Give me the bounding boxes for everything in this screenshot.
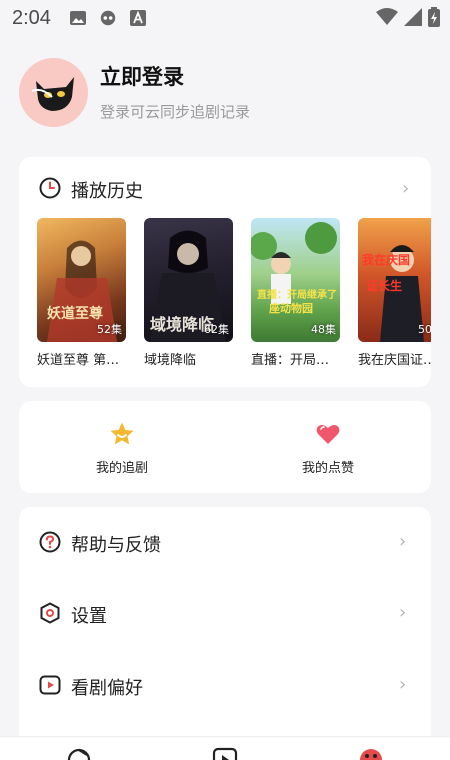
history-chevron-right-icon[interactable]: › — [402, 178, 409, 199]
svg-text:座动物园: 座动物园 — [268, 301, 313, 315]
history-card: 播放历史 › 妖道至尊 52集 妖道至尊 第… 域境降临 62集 域境降临 直播… — [19, 157, 431, 387]
a-icon — [129, 9, 147, 27]
history-item[interactable]: 域境降临 62集 域境降临 — [144, 218, 233, 368]
menu-item-preference[interactable]: 看剧偏好 — [39, 672, 411, 702]
my-following-label: 我的追剧 — [95, 461, 148, 476]
clock-icon — [39, 177, 61, 203]
login-subtitle: 登录可云同步追剧记录 — [100, 103, 251, 121]
cat-logo-icon — [31, 76, 74, 111]
menu-label-help: 帮助与反馈 — [71, 535, 161, 556]
svg-text:证长生: 证长生 — [366, 278, 402, 293]
history-item[interactable]: 妖道至尊 52集 妖道至尊 第… — [37, 218, 126, 368]
profile-text: 立即登录 登录可云同步追剧记录 — [100, 63, 250, 122]
image-icon — [69, 9, 87, 27]
help-chevron-right-icon: › — [399, 531, 407, 552]
history-thumbnail[interactable]: 妖道至尊 52集 — [37, 218, 126, 342]
svg-text:直播：开局继承了: 直播：开局继承了 — [257, 288, 337, 301]
menu-label-settings: 设置 — [71, 606, 107, 627]
history-thumbnail[interactable]: 我在庆国 证长生 50集 — [358, 218, 431, 342]
menu-label-preference: 看剧偏好 — [71, 678, 143, 699]
signal-icon — [404, 8, 422, 31]
history-title: 播放历史 — [71, 181, 143, 202]
svg-text:我在庆国: 我在庆国 — [362, 252, 410, 267]
status-right — [376, 7, 440, 32]
nav-profile-icon[interactable] — [358, 747, 384, 760]
status-bar: 2:04 — [0, 0, 450, 36]
history-episode-count: 62集 — [204, 323, 229, 336]
nav-video-icon[interactable] — [212, 747, 238, 760]
favorites-card: 我的追剧 我的点赞 — [19, 401, 431, 493]
history-item-name: 妖道至尊 第… — [37, 353, 120, 368]
star-icon — [109, 422, 135, 451]
history-header[interactable]: 播放历史 — [39, 177, 143, 203]
battery-icon — [428, 7, 440, 32]
heart-icon — [315, 425, 341, 451]
history-thumbnail[interactable]: 域境降临 62集 — [144, 218, 233, 342]
history-thumbnail[interactable]: 直播：开局继承了 座动物园 48集 — [251, 218, 340, 342]
settings-icon — [39, 602, 61, 628]
menu-item-help[interactable]: 帮助与反馈 — [39, 529, 411, 559]
history-item[interactable]: 我在庆国 证长生 50集 我在庆国证… — [358, 218, 431, 368]
my-following-button[interactable]: 我的追剧 — [62, 421, 182, 476]
history-list: 妖道至尊 52集 妖道至尊 第… 域境降临 62集 域境降临 直播：开局继承了 … — [37, 218, 431, 378]
avatar[interactable] — [19, 58, 88, 127]
profile-login[interactable]: 立即登录 登录可云同步追剧记录 — [19, 58, 250, 127]
wifi-icon — [376, 8, 398, 31]
menu-card: 帮助与反馈 › 设置 › 看剧偏好 › — [19, 507, 431, 747]
nav-theater-icon[interactable] — [66, 747, 92, 760]
history-episode-count: 48集 — [311, 323, 336, 336]
history-item-name: 我在庆国证… — [358, 353, 431, 368]
preference-chevron-right-icon: › — [399, 674, 407, 695]
help-icon — [39, 531, 61, 557]
history-item[interactable]: 直播：开局继承了 座动物园 48集 直播：开局… — [251, 218, 340, 368]
login-title[interactable]: 立即登录 — [100, 63, 250, 91]
svg-text:妖道至尊: 妖道至尊 — [47, 305, 103, 322]
menu-item-settings[interactable]: 设置 — [39, 600, 411, 630]
settings-chevron-right-icon: › — [399, 602, 407, 623]
history-item-name: 直播：开局… — [251, 353, 330, 368]
history-episode-count: 52集 — [97, 323, 122, 336]
history-episode-count: 50集 — [418, 323, 431, 336]
history-item-name: 域境降临 — [144, 353, 197, 368]
my-likes-label: 我的点赞 — [301, 461, 354, 476]
play-preference-icon — [39, 674, 61, 700]
bottom-nav — [0, 736, 450, 760]
headset-icon — [99, 9, 117, 27]
my-likes-button[interactable]: 我的点赞 — [268, 421, 388, 476]
status-time: 2:04 — [12, 6, 51, 29]
